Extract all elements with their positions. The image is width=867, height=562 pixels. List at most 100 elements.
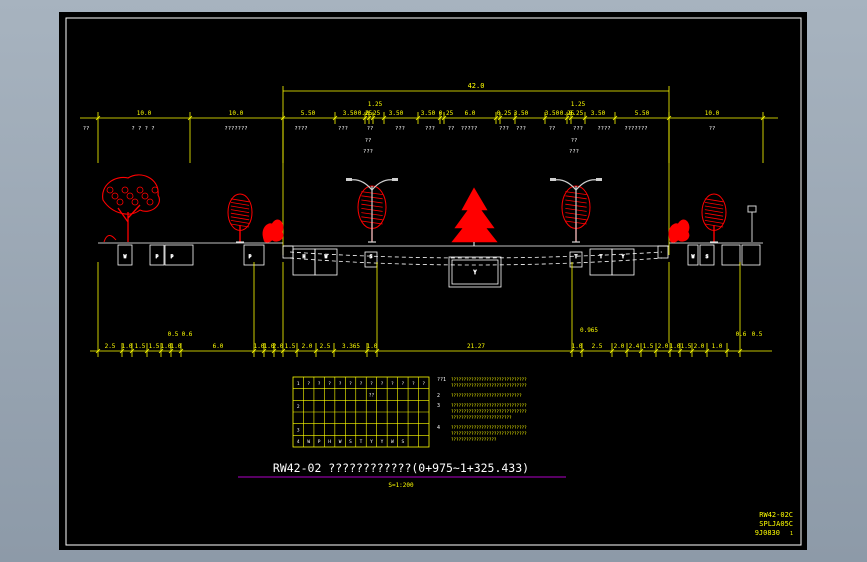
dim-bottom-seg: 1.5 bbox=[135, 343, 146, 350]
legend-cell: W bbox=[339, 439, 342, 445]
legend-cell: ?? bbox=[369, 393, 375, 399]
lane-label: ??????? bbox=[624, 126, 647, 132]
legend-cell: S bbox=[349, 439, 352, 445]
lane-label: ?? bbox=[709, 126, 716, 132]
dim-bottom-seg: 1.5 bbox=[643, 343, 654, 350]
legend-cell: ? bbox=[339, 381, 342, 387]
dim-bottom-seg: 21.27 bbox=[467, 343, 485, 350]
pipe-label: W bbox=[692, 254, 695, 260]
dim-callout: 0.5 bbox=[168, 331, 179, 338]
dim-callout: 0.5 bbox=[752, 331, 763, 338]
note-line: ?????????????????????????????? bbox=[451, 377, 527, 382]
legend-cell: ? bbox=[328, 381, 331, 387]
pipe-label: W bbox=[124, 254, 127, 260]
pipe-label: P bbox=[171, 254, 174, 260]
dim-overall: 42.0 bbox=[468, 82, 485, 90]
lane-label: ???? bbox=[597, 126, 610, 132]
lane-label: ?? bbox=[448, 126, 455, 132]
legend-cell: ? bbox=[370, 381, 373, 387]
legend-cell: 1 bbox=[297, 381, 300, 387]
legend-cell: S bbox=[401, 439, 404, 445]
dim-top-seg: 6.0 bbox=[465, 110, 476, 117]
dim-bottom-seg: 2.0 bbox=[302, 343, 313, 350]
dim-bottom-seg: 2.5 bbox=[105, 343, 116, 350]
pipe-label: S bbox=[370, 254, 373, 260]
dim-top-seg: 3.50 bbox=[421, 110, 436, 117]
dim-bottom-seg: 2.0 bbox=[614, 343, 625, 350]
dim-bottom-seg: 1.0 bbox=[367, 343, 378, 350]
dim-top-seg: 3.50 bbox=[545, 110, 560, 117]
pipe-label: P bbox=[156, 254, 159, 260]
legend-cell: T bbox=[360, 439, 363, 445]
lane-sub-label: ??? bbox=[363, 149, 373, 155]
legend-cell: ? bbox=[318, 381, 321, 387]
dim-top-seg: 0.25 bbox=[366, 110, 381, 117]
legend-cell: 3 bbox=[297, 428, 300, 434]
dim-top-seg: 0.25 bbox=[439, 110, 454, 117]
code-line-1: RW42-02C bbox=[759, 511, 793, 519]
code-line-3: 9J0830 bbox=[755, 529, 780, 537]
lane-sub-label: ?? bbox=[571, 138, 578, 144]
dim-bottom-seg: 2.0 bbox=[273, 343, 284, 350]
dim-top-seg: 3.50 bbox=[591, 110, 606, 117]
lane-sub-label: ?? bbox=[365, 138, 372, 144]
dim-top-seg: 0.25 bbox=[497, 110, 512, 117]
legend-cell: W bbox=[307, 439, 310, 445]
dim-bottom-seg: 2.0 bbox=[658, 343, 669, 350]
dim-top-seg: 10.0 bbox=[229, 110, 244, 117]
lane-sub-label: ??? bbox=[569, 149, 579, 155]
dim-callout: 0.6 bbox=[182, 331, 193, 338]
dim-top-seg: 5.50 bbox=[635, 110, 650, 117]
dim-bottom-seg: 2.0 bbox=[694, 343, 705, 350]
note-number: 2 bbox=[437, 393, 440, 399]
lane-label: ?? bbox=[83, 126, 90, 132]
dim-bottom-seg: 2.5 bbox=[592, 343, 603, 350]
legend-cell: ? bbox=[412, 381, 415, 387]
legend-cell: ? bbox=[360, 381, 363, 387]
culvert-label: Y bbox=[473, 270, 476, 276]
pipe-label: W bbox=[325, 254, 328, 260]
dim-top-seg: 10.0 bbox=[137, 110, 152, 117]
note-line: ?????????????????????????????? bbox=[451, 403, 527, 408]
lane-label: ??? bbox=[338, 126, 348, 132]
dim-gap-right: 1.25 bbox=[571, 101, 586, 108]
legend-cell: ? bbox=[307, 381, 310, 387]
lane-label: ??? bbox=[516, 126, 526, 132]
dim-bottom-seg: 1.5 bbox=[681, 343, 692, 350]
dim-callout: 0.6 bbox=[736, 331, 747, 338]
dim-gap-left: 1.25 bbox=[368, 101, 383, 108]
lane-label: ????? bbox=[461, 126, 478, 132]
pipe-label: H bbox=[303, 254, 306, 260]
pipe-label: P bbox=[249, 254, 252, 260]
dim-bottom-seg: 1.0 bbox=[712, 343, 723, 350]
lane-label: ??????? bbox=[224, 126, 247, 132]
legend-cell: 2 bbox=[297, 404, 300, 410]
legend-cell: Y bbox=[370, 439, 373, 445]
note-number: ??1 bbox=[437, 377, 446, 383]
dim-top-seg: 3.50 bbox=[514, 110, 529, 117]
note-line: ???????????????????????????? bbox=[451, 393, 522, 398]
legend-cell: Y bbox=[381, 439, 384, 445]
lane-label: ??? bbox=[499, 126, 509, 132]
legend-cell: ? bbox=[349, 381, 352, 387]
legend-cell: H bbox=[328, 439, 331, 445]
note-line: ???????????????????????? bbox=[451, 415, 512, 420]
lane-label: ?? bbox=[549, 126, 556, 132]
legend-cell: ? bbox=[391, 381, 394, 387]
dim-bottom-seg: 3.365 bbox=[342, 343, 360, 350]
dim-top-seg: 5.50 bbox=[301, 110, 316, 117]
cad-viewport: 42.0 10.0 10.0 5.50 3.50 0.25 0.25 3.50 3.50 0.25… bbox=[0, 0, 867, 562]
note-number: 4 bbox=[437, 425, 440, 431]
pipe-label: T bbox=[575, 254, 578, 260]
pipe-label: T bbox=[600, 254, 603, 260]
dim-bottom-seg: 1.0 bbox=[670, 343, 681, 350]
dim-bottom-seg: 1.0 bbox=[572, 343, 583, 350]
code-line-2: SPLJA05C bbox=[759, 520, 793, 528]
lane-label: ??? bbox=[573, 126, 583, 132]
dim-bottom-seg: 1.5 bbox=[285, 343, 296, 350]
lane-label: ???? bbox=[294, 126, 307, 132]
note-line: ?????????????????????????????? bbox=[451, 431, 527, 436]
dim-callout: 0.965 bbox=[580, 327, 598, 334]
dim-bottom-seg: 6.0 bbox=[213, 343, 224, 350]
legend-cell: ? bbox=[422, 381, 425, 387]
